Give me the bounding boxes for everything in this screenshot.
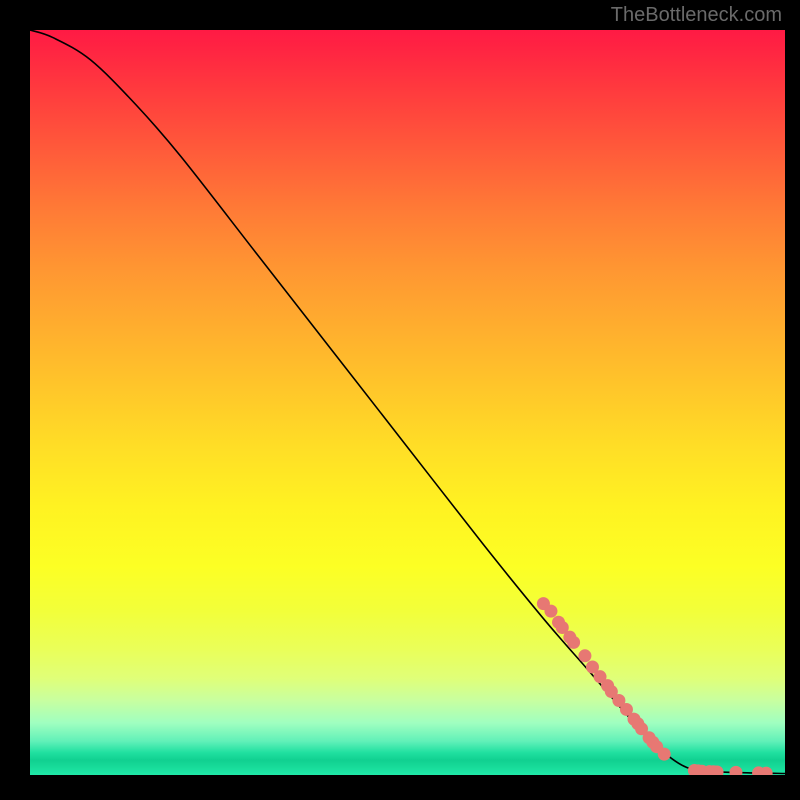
data-point: [729, 766, 742, 775]
highlighted-points: [537, 597, 773, 775]
data-point: [567, 636, 580, 649]
curve-line: [30, 30, 785, 774]
chart-overlay: [30, 30, 785, 775]
watermark-text: TheBottleneck.com: [611, 4, 782, 27]
plot-area: [30, 30, 785, 775]
data-point: [578, 649, 591, 662]
data-point: [544, 605, 557, 618]
data-point: [658, 748, 671, 761]
